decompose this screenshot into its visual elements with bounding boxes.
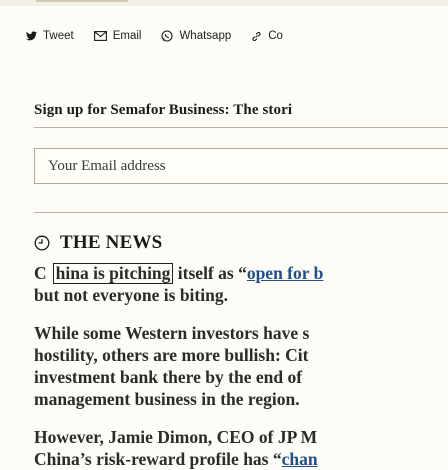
share-copy-button[interactable]: Co [251,30,283,42]
article-line: hostility, others are more bullish: Cit [34,345,309,365]
article-line: While some Western investors have s [34,323,310,343]
share-whatsapp-label: Whatsapp [179,30,232,42]
share-email-button[interactable]: Email [93,30,142,42]
share-whatsapp-button[interactable]: Whatsapp [161,30,231,42]
twitter-bird-icon [26,31,37,41]
article-line: China’s risk-reward profile has “chan [34,448,448,470]
section-divider [34,212,448,213]
section-title: THE NEWS [60,232,163,253]
article-line: investment bank there by the end of [34,367,303,387]
article-text: itself as “ [173,263,247,283]
share-tweet-button[interactable]: Tweet [26,30,74,42]
article-text: China’s risk-reward profile has “ [34,449,282,469]
share-copy-label: Co [268,30,283,42]
link-icon [252,31,261,41]
article-line: However, Jamie Dimon, CEO of JP M [34,427,318,447]
share-bar: Tweet Email Whatsapp Co [26,30,303,42]
article-line: China is pitching itself as “open for b [34,262,448,284]
clock-icon [34,235,50,251]
top-strip [0,0,448,6]
highlighted-text[interactable]: hina is pitching [52,263,174,284]
email-field[interactable] [34,148,448,184]
whatsapp-icon [161,30,174,42]
article-body: China is pitching itself as “open for b … [34,262,448,470]
email-input[interactable] [35,149,448,183]
share-email-label: Email [112,30,142,42]
section-heading: THE NEWS [34,232,162,254]
envelope-icon [93,31,107,41]
article-text: C [34,263,47,283]
article-link-changed[interactable]: chan [282,449,318,469]
top-strip-edge [36,0,128,2]
article-line: management business in the region. [34,389,300,409]
signup-heading: Sign up for Semafor Business: The stori [34,102,293,118]
article-line: but not everyone is biting. [34,285,228,305]
share-tweet-label: Tweet [43,30,74,42]
article-link-open-for-business[interactable]: open for b [247,263,324,283]
signup-underline [34,127,448,128]
